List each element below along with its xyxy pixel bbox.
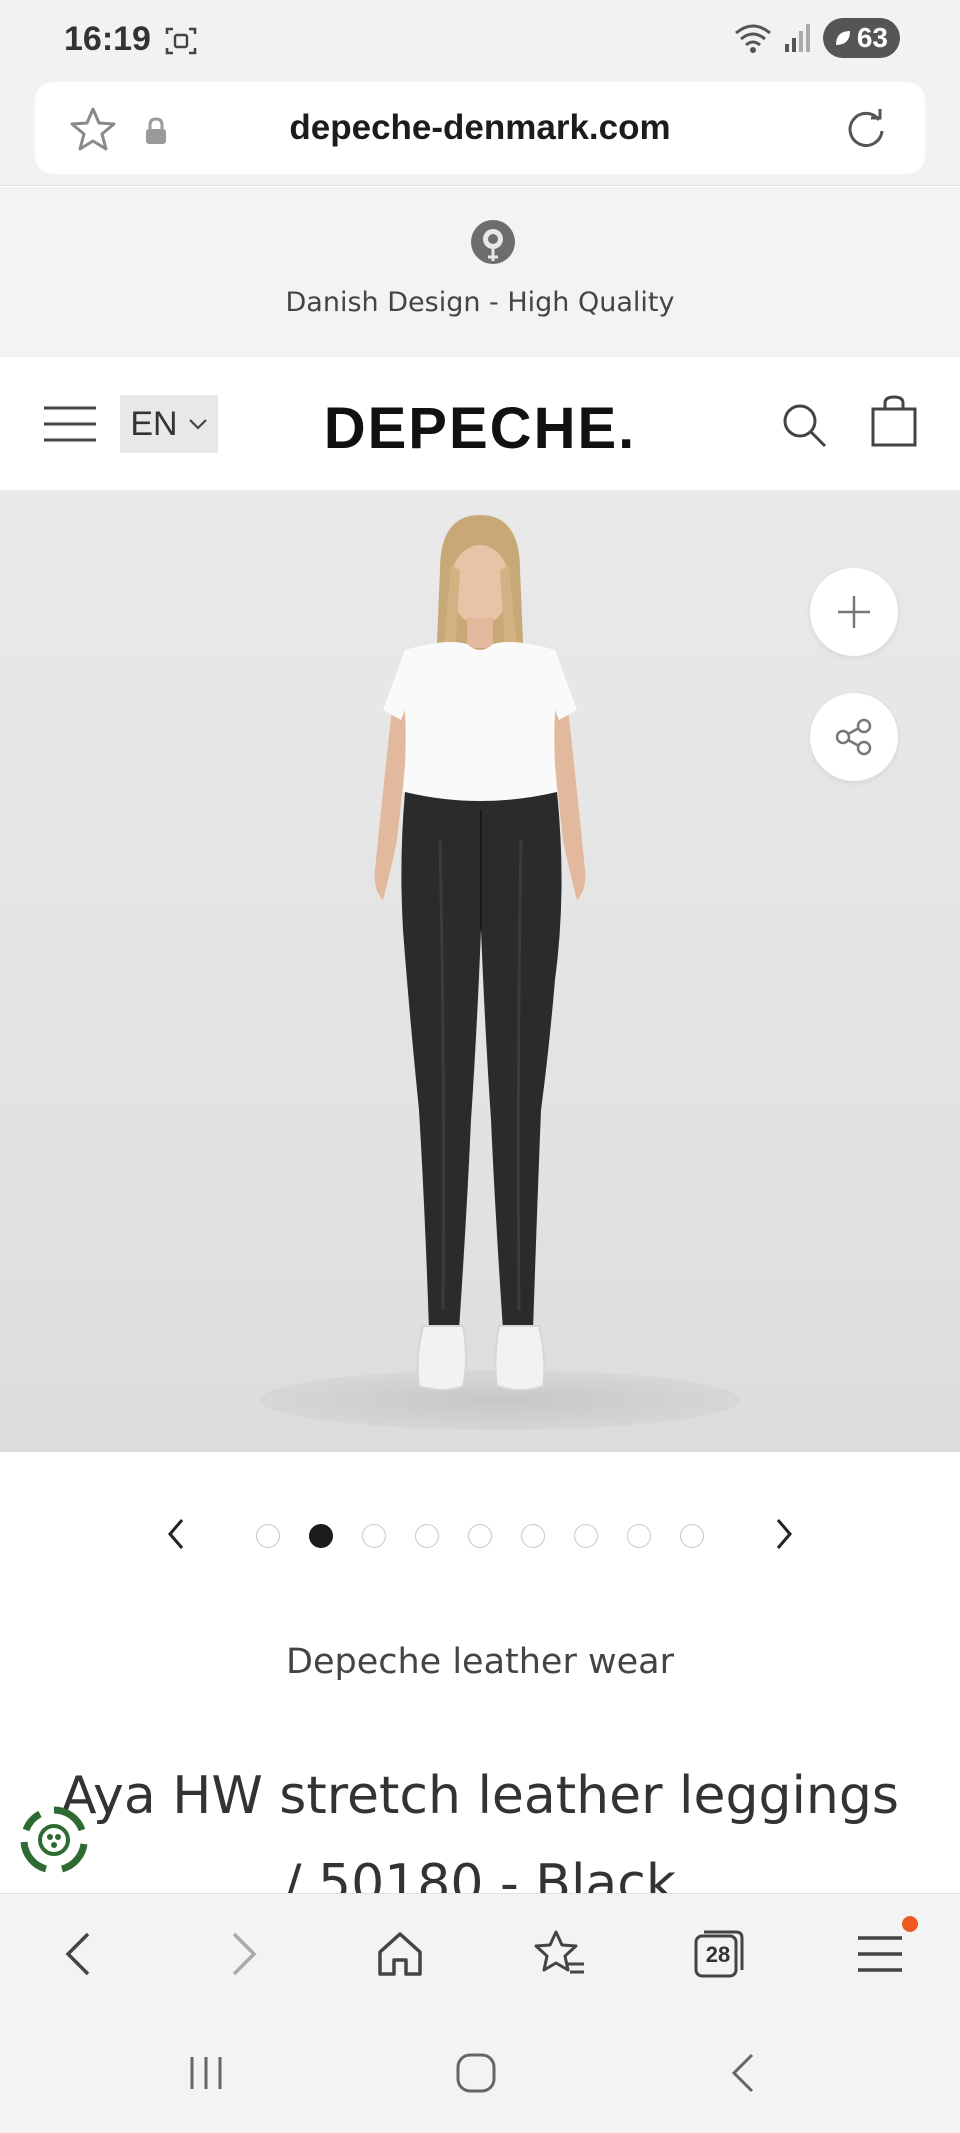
wifi-icon	[734, 24, 771, 53]
menu-icon[interactable]	[852, 1926, 908, 1982]
carousel-dot[interactable]	[362, 1524, 386, 1548]
bookmarks-icon[interactable]	[532, 1926, 588, 1982]
url-text[interactable]: depeche-denmark.com	[35, 108, 925, 148]
signal-icon	[784, 24, 810, 52]
carousel-dot[interactable]	[627, 1524, 651, 1548]
chevron-down-icon	[188, 419, 207, 430]
zoom-button[interactable]	[810, 568, 898, 656]
share-button[interactable]	[810, 693, 898, 781]
status-right: 63	[733, 18, 900, 58]
forward-icon[interactable]	[214, 1926, 270, 1982]
site-header: EN DEPECHE.	[0, 357, 960, 490]
system-home-icon[interactable]	[452, 2049, 500, 2097]
browser-toolbar: 28	[0, 1893, 960, 2013]
chevron-right-icon[interactable]	[766, 1514, 802, 1554]
carousel-dot[interactable]	[256, 1524, 280, 1548]
address-bar[interactable]: depeche-denmark.com	[35, 82, 925, 174]
language-label: EN	[130, 404, 178, 443]
bag-icon[interactable]	[870, 395, 918, 447]
status-bar: 16:19 63	[0, 0, 960, 78]
system-back-icon[interactable]	[720, 2049, 768, 2097]
banner-text: Danish Design - High Quality	[285, 287, 675, 318]
zoom-plus-icon	[838, 596, 870, 628]
headset-icon	[471, 220, 515, 264]
eco-cycle-icon[interactable]	[18, 1804, 90, 1876]
recents-icon[interactable]	[182, 2049, 230, 2097]
reload-icon[interactable]	[843, 106, 889, 152]
search-icon[interactable]	[780, 401, 828, 449]
browser-address-area: depeche-denmark.com	[0, 78, 960, 186]
language-selector[interactable]: EN	[120, 395, 218, 453]
screenshot-icon	[165, 27, 197, 55]
image-carousel-nav	[0, 1500, 960, 1570]
carousel-dot[interactable]	[574, 1524, 598, 1548]
battery-level: 63	[856, 22, 888, 53]
menu-notification-dot	[902, 1916, 918, 1932]
battery-icon: 63	[822, 18, 900, 58]
tab-count: 28	[705, 1942, 731, 1967]
status-time: 16:19	[64, 20, 151, 58]
chevron-left-icon[interactable]	[158, 1514, 194, 1554]
announcement-banner: Danish Design - High Quality	[0, 187, 960, 357]
home-icon[interactable]	[372, 1926, 428, 1982]
carousel-dot[interactable]	[521, 1524, 545, 1548]
system-navigation-bar	[0, 2013, 960, 2133]
brand-line: Depeche leather wear	[286, 1642, 674, 1682]
carousel-dot[interactable]	[309, 1524, 333, 1548]
carousel-dot[interactable]	[468, 1524, 492, 1548]
product-image[interactable]	[0, 490, 960, 1452]
tabs-button[interactable]: 28	[692, 1926, 748, 1982]
carousel-dots	[256, 1524, 704, 1548]
battery-leaf-icon	[835, 31, 850, 45]
product-model-figure	[374, 515, 586, 1391]
share-icon	[835, 718, 872, 756]
carousel-dot[interactable]	[680, 1524, 704, 1548]
carousel-dot[interactable]	[415, 1524, 439, 1548]
back-icon[interactable]	[52, 1926, 108, 1982]
hamburger-icon[interactable]	[44, 405, 96, 443]
